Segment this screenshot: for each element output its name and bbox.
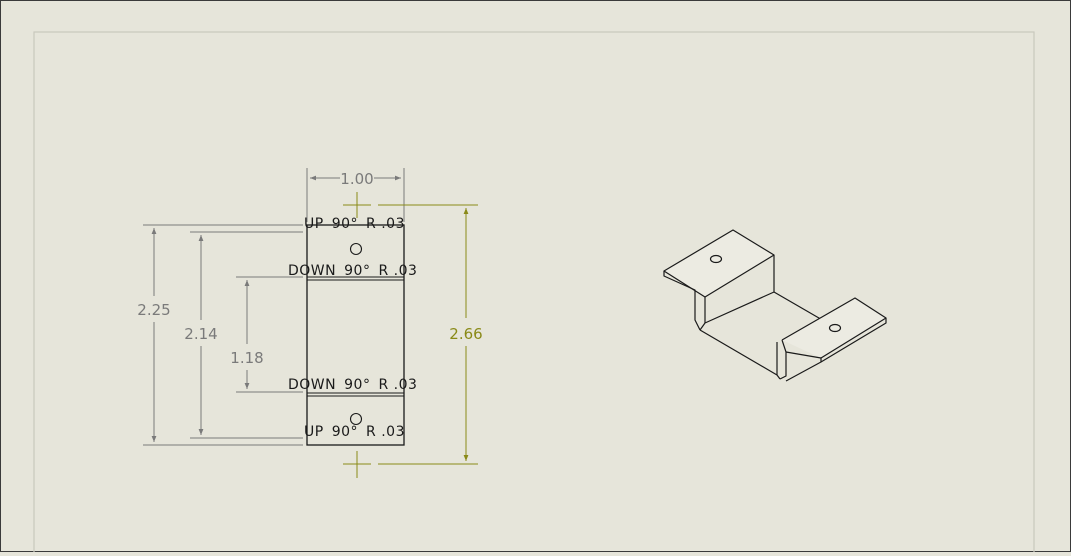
dimension-overall-value: 2.66 bbox=[449, 325, 482, 343]
dimension-length-outer[interactable]: 2.25 bbox=[137, 224, 303, 446]
drawing-sheet: UP 90° R .03 DOWN 90° R .03 DOWN 90° R .03 UP 9… bbox=[0, 0, 1071, 556]
bend-note-4: UP 90° R .03 bbox=[304, 424, 405, 440]
dimension-length-outer-value: 2.25 bbox=[137, 301, 170, 319]
bend-note-2: DOWN 90° R .03 bbox=[288, 263, 417, 279]
dimension-length-inner-value: 1.18 bbox=[230, 349, 263, 367]
dimension-length-mid[interactable]: 2.14 bbox=[184, 231, 303, 439]
hole-top bbox=[349, 242, 363, 256]
isometric-view[interactable] bbox=[663, 229, 887, 382]
hole-bottom bbox=[349, 412, 363, 426]
bend-note-3: DOWN 90° R .03 bbox=[288, 377, 417, 393]
dimension-length-inner[interactable]: 1.18 bbox=[230, 276, 303, 393]
dimension-width[interactable]: 1.00 bbox=[306, 168, 405, 222]
dimension-width-value: 1.00 bbox=[340, 170, 373, 188]
drawing-canvas: UP 90° R .03 DOWN 90° R .03 DOWN 90° R .03 UP 9… bbox=[0, 0, 1071, 556]
sheet-outer-frame bbox=[0, 0, 1071, 552]
dimension-length-mid-value: 2.14 bbox=[184, 325, 217, 343]
dimension-overall[interactable]: 2.66 bbox=[343, 192, 483, 478]
flat-pattern-view[interactable]: UP 90° R .03 DOWN 90° R .03 DOWN 90° R .03 UP 9… bbox=[288, 216, 417, 446]
drawing-border bbox=[33, 31, 1035, 556]
bend-note-1: UP 90° R .03 bbox=[304, 216, 405, 232]
flat-pattern-outline bbox=[306, 224, 405, 446]
